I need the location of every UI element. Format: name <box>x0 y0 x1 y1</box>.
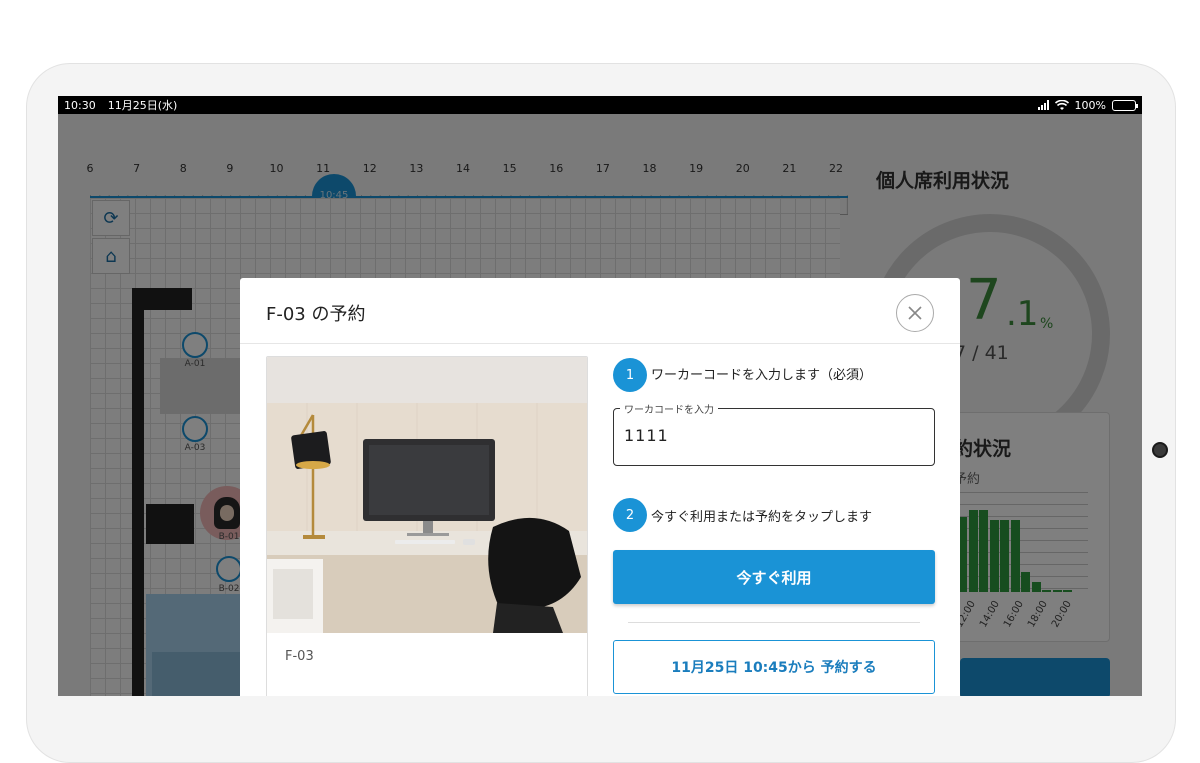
step-1-badge: 1 <box>613 358 647 392</box>
worker-code-label: ワーカコードを入力 <box>620 401 718 416</box>
seat-card: F-03 <box>266 356 588 696</box>
signal-icon <box>1037 100 1049 110</box>
status-bar: 10:30 11月25日(水) 100% <box>58 96 1142 114</box>
close-icon <box>908 306 922 320</box>
battery-icon <box>1112 99 1138 111</box>
step-1-text: ワーカーコードを入力します（必須） <box>651 368 873 383</box>
use-now-button[interactable]: 今すぐ利用 <box>613 550 935 604</box>
step-2-badge: 2 <box>613 498 647 532</box>
button-divider <box>628 622 920 623</box>
battery-percent: 100% <box>1074 98 1106 112</box>
tablet-home-button <box>1152 442 1168 458</box>
reserve-button[interactable]: 11月25日 10:45から 予約する <box>613 640 935 694</box>
worker-code-input[interactable] <box>624 426 924 445</box>
tablet-screen: 10:30 11月25日(水) 100% 10:45 6789101112131… <box>58 96 1142 696</box>
dialog-title: F-03 の予約 <box>266 304 366 325</box>
dialog-header: F-03 の予約 <box>240 278 960 344</box>
reservation-dialog: F-03 の予約 F-03 1 ワーカーコードを入力します（必須） ワーカコード… <box>240 278 960 696</box>
close-button[interactable] <box>896 294 934 332</box>
status-time: 10:30 <box>64 98 96 112</box>
seat-name: F-03 <box>285 649 314 664</box>
seat-photo <box>267 357 587 633</box>
step-2-text: 今すぐ利用または予約をタップします <box>651 510 873 525</box>
wifi-icon <box>1054 99 1069 110</box>
status-date: 11月25日(水) <box>107 99 178 112</box>
status-right: 100% <box>1037 98 1138 112</box>
